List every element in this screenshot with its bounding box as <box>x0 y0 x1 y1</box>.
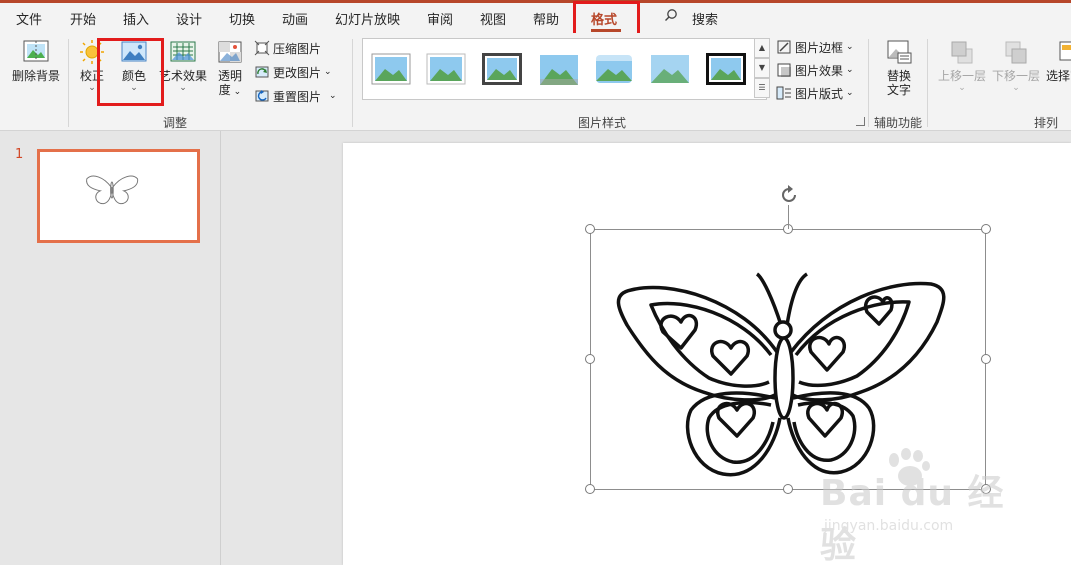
picture-effects-label: 图片效果 <box>795 63 844 78</box>
gallery-expand[interactable]: ☰ <box>754 78 770 98</box>
chevron-down-icon: ⌄ <box>1012 83 1020 93</box>
artistic-effects-label: 艺术效果 <box>158 69 207 83</box>
butterfly-thumbnail-image <box>86 175 139 205</box>
accessibility-group-label: 辅助功能 <box>874 116 923 130</box>
transparency-label: 透明度 ⌄ <box>217 69 242 97</box>
picture-effects-icon <box>777 63 791 77</box>
reset-picture-label: 重置图片 <box>273 89 322 104</box>
picture-style-option[interactable] <box>594 53 634 85</box>
picture-layout-label: 图片版式 <box>795 86 844 101</box>
bring-forward-icon <box>951 41 973 64</box>
picture-border-label: 图片边框 <box>795 40 844 55</box>
send-backward-button[interactable]: 下移一层 ⌄ <box>990 39 1042 93</box>
transparency-icon <box>218 41 242 63</box>
rotate-icon[interactable] <box>778 184 800 206</box>
chevron-down-icon: ⌄ <box>179 83 187 93</box>
separator <box>868 39 869 127</box>
picture-layout-icon <box>776 86 791 100</box>
separator <box>352 39 353 127</box>
picture-styles-dialog-launcher[interactable] <box>856 117 865 126</box>
selection-pane-label: 选择窗 <box>1045 69 1071 83</box>
reset-picture-icon <box>255 90 269 102</box>
change-picture-button[interactable]: 更改图片 ⌄ <box>254 62 332 82</box>
gallery-scroll-down[interactable]: ▼ <box>754 58 770 78</box>
alt-text-button[interactable]: 替换 文字 <box>878 39 920 97</box>
send-backward-icon <box>1005 41 1027 64</box>
reset-picture-button[interactable]: 重置图片 ⌄ <box>254 86 337 106</box>
tab-insert[interactable]: 插入 <box>123 9 149 28</box>
artistic-effects-button[interactable]: 艺术效果 ⌄ <box>157 39 209 93</box>
alt-text-label: 替换 文字 <box>886 69 911 97</box>
picture-style-option[interactable] <box>650 53 690 85</box>
compress-pictures-button[interactable]: 压缩图片 <box>254 38 321 58</box>
tab-home[interactable]: 开始 <box>70 9 96 28</box>
remove-background-label: 删除背景 <box>11 69 60 83</box>
tab-review[interactable]: 审阅 <box>427 9 453 28</box>
bring-forward-button[interactable]: 上移一层 ⌄ <box>936 39 988 93</box>
separator <box>68 39 69 127</box>
picture-styles-gallery <box>362 38 767 100</box>
separator <box>927 39 928 127</box>
resize-handle-left[interactable] <box>585 354 595 364</box>
arrange-group-label: 排列 <box>1034 116 1059 130</box>
picture-effects-button[interactable]: 图片效果 ⌄ <box>776 60 854 80</box>
picture-style-option[interactable] <box>482 53 522 85</box>
tab-file[interactable]: 文件 <box>16 9 42 28</box>
artistic-effects-icon <box>170 41 196 62</box>
picture-styles-group-label: 图片样式 <box>578 116 627 130</box>
alt-text-icon <box>887 40 912 64</box>
resize-handle-top-right[interactable] <box>981 224 991 234</box>
picture-border-button[interactable]: 图片边框 ⌄ <box>776 37 854 57</box>
color-button-highlight <box>97 38 164 106</box>
slide-thumbnail-pane: 1 <box>0 131 221 565</box>
tab-design[interactable]: 设计 <box>176 9 202 28</box>
remove-background-icon <box>23 40 49 62</box>
remove-background-button[interactable]: 删除背景 <box>10 39 62 83</box>
compress-icon <box>254 40 270 56</box>
tab-transitions[interactable]: 切换 <box>229 9 255 28</box>
tab-slideshow[interactable]: 幻灯片放映 <box>335 9 400 28</box>
chevron-down-icon: ⌄ <box>958 83 966 93</box>
selection-pane-button[interactable]: 选择窗 <box>1043 39 1071 83</box>
picture-layout-button[interactable]: 图片版式 ⌄ <box>776 83 854 103</box>
tab-animations[interactable]: 动画 <box>282 9 308 28</box>
slide-thumbnail[interactable] <box>37 149 200 243</box>
picture-style-option[interactable] <box>426 53 466 85</box>
baidu-watermark: Bai du 经验 jingyan.baidu.com <box>812 448 1022 565</box>
selection-pane-icon <box>1059 41 1071 61</box>
tab-view[interactable]: 视图 <box>480 9 506 28</box>
search-button[interactable]: 搜索 <box>692 9 718 28</box>
adjust-group-label: 调整 <box>163 116 188 130</box>
rotate-stem <box>788 205 789 229</box>
watermark-url: jingyan.baidu.com <box>824 518 954 534</box>
change-picture-label: 更改图片 <box>273 65 322 80</box>
resize-handle-right[interactable] <box>981 354 991 364</box>
ribbon-tab-bar: 文件 开始 插入 设计 切换 动画 幻灯片放映 审阅 视图 帮助 格式 搜索 <box>0 3 1071 33</box>
picture-border-icon <box>777 40 791 54</box>
bring-forward-label: 上移一层 <box>937 69 986 83</box>
send-backward-label: 下移一层 <box>991 69 1040 83</box>
resize-handle-top-left[interactable] <box>585 224 595 234</box>
resize-handle-bottom-left[interactable] <box>585 484 595 494</box>
compress-label: 压缩图片 <box>273 41 322 56</box>
picture-style-option[interactable] <box>538 53 578 85</box>
gallery-scroll-up[interactable]: ▲ <box>754 38 770 58</box>
watermark-brand: Bai du 经验 <box>820 473 1005 565</box>
slide-number: 1 <box>15 147 24 162</box>
tab-help[interactable]: 帮助 <box>533 9 559 28</box>
resize-handle-bottom[interactable] <box>783 484 793 494</box>
change-picture-icon <box>255 66 269 78</box>
picture-style-option[interactable] <box>371 53 411 85</box>
search-icon[interactable] <box>664 8 678 26</box>
picture-style-option[interactable] <box>706 53 746 85</box>
transparency-button[interactable]: 透明度 ⌄ <box>213 39 247 99</box>
